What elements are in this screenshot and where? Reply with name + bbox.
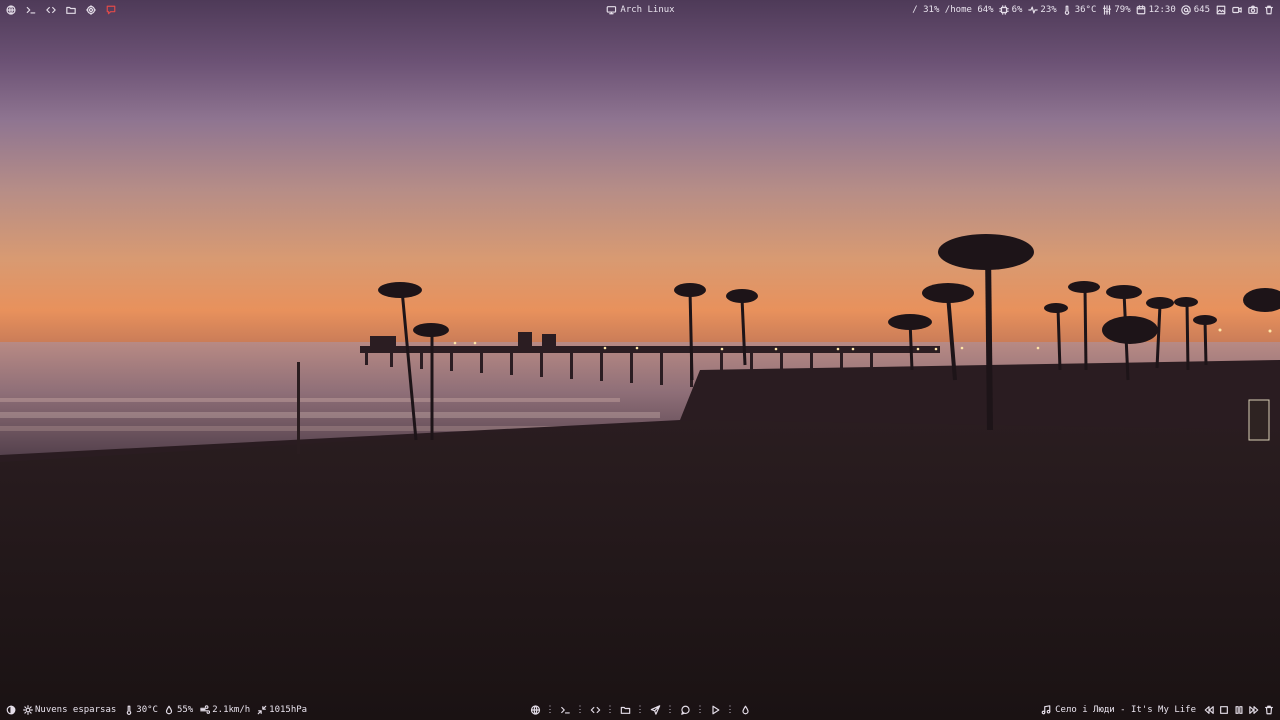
status-modules: / 31% /home 64% 6% 23% 36°C 79% 12:30 64… [905, 5, 1274, 16]
window-title: Arch Linux [605, 5, 675, 16]
code-icon[interactable] [590, 705, 601, 716]
play-icon[interactable] [710, 705, 721, 716]
thermometer-icon [123, 705, 134, 716]
weather-pressure: 1015hPa [256, 705, 307, 716]
temperature-module[interactable]: 36°C [1062, 5, 1097, 16]
now-playing-text: Село і Люди - It's My Life [1055, 705, 1196, 715]
weather-temperature: 30°C [123, 705, 158, 716]
separator: ⋮ [695, 705, 705, 715]
trash-icon [1263, 5, 1274, 16]
terminal-icon[interactable] [560, 705, 571, 716]
weather-wind-text: 2.1km/h [212, 705, 251, 715]
theme-toggle-icon[interactable] [5, 705, 16, 716]
weather-humidity-text: 55% [176, 705, 194, 715]
updates-module[interactable]: 645 [1181, 5, 1210, 16]
folder-icon[interactable] [620, 705, 631, 716]
globe-icon[interactable] [5, 5, 16, 16]
separator: ⋮ [665, 705, 675, 715]
chat-icon[interactable] [680, 705, 691, 716]
cpu-temperature: 36°C [1074, 5, 1097, 15]
weather-humidity: 55% [164, 705, 193, 716]
sun-icon [22, 705, 33, 716]
dock-launchers: ⋮ ⋮ ⋮ ⋮ ⋮ ⋮ ⋮ [530, 705, 751, 716]
wind-icon [199, 705, 210, 716]
cpu-usage: 6% [1011, 5, 1023, 15]
send-icon[interactable] [650, 705, 661, 716]
chat-icon[interactable] [105, 5, 116, 16]
bottom-bar: Nuvens esparsas 30°C 55% 2.1km/h 1015hPa [0, 700, 1280, 720]
weather-wind: 2.1km/h [199, 705, 250, 716]
drop-icon [164, 705, 175, 716]
pause-icon[interactable] [1233, 705, 1244, 716]
separator: ⋮ [725, 705, 735, 715]
window-title-text: Arch Linux [620, 5, 675, 15]
power-button[interactable] [1263, 5, 1274, 16]
cpu-icon [999, 5, 1010, 16]
volume-module[interactable]: 79% [1101, 5, 1131, 16]
sliders-icon [1101, 5, 1112, 16]
weather-condition: Nuvens esparsas [22, 705, 116, 716]
code-icon[interactable] [45, 5, 56, 16]
calendar-icon [1136, 5, 1147, 16]
volume-level: 79% [1114, 5, 1131, 15]
wallpaper-button[interactable] [1215, 5, 1226, 16]
record-button[interactable] [1231, 5, 1242, 16]
thermometer-icon [1062, 5, 1073, 16]
screenshot-button[interactable] [1247, 5, 1258, 16]
drop-icon[interactable] [740, 705, 751, 716]
weather-widget: Nuvens esparsas 30°C 55% 2.1km/h 1015hPa [5, 705, 307, 716]
separator: ⋮ [575, 705, 585, 715]
music-icon [1040, 705, 1051, 716]
separator: ⋮ [635, 705, 645, 715]
weather-temperature-text: 30°C [136, 705, 158, 715]
video-icon [1231, 5, 1242, 16]
at-icon [1181, 5, 1192, 16]
folder-icon[interactable] [65, 5, 76, 16]
stop-icon[interactable] [1218, 705, 1229, 716]
weather-condition-text: Nuvens esparsas [35, 705, 117, 715]
separator: ⋮ [605, 705, 615, 715]
memory-usage: 23% [1040, 5, 1057, 15]
top-bar: Arch Linux / 31% /home 64% 6% 23% 36°C 7… [0, 0, 1280, 20]
cpu-module[interactable]: 6% [999, 5, 1023, 16]
activity-icon [1027, 5, 1038, 16]
media-player: Село і Люди - It's My Life [1040, 705, 1274, 716]
terminal-icon[interactable] [25, 5, 36, 16]
memory-module[interactable]: 23% [1027, 5, 1057, 16]
monitor-icon [605, 5, 616, 16]
next-track-icon[interactable] [1248, 705, 1259, 716]
previous-track-icon[interactable] [1203, 705, 1214, 716]
desktop-wallpaper [0, 0, 1280, 720]
globe-icon[interactable] [530, 705, 541, 716]
trash-icon[interactable] [1263, 705, 1274, 716]
disk-module[interactable]: / 31% /home 64% [910, 5, 993, 15]
clock-module[interactable]: 12:30 [1136, 5, 1176, 16]
compress-icon [256, 705, 267, 716]
top-launchers [5, 5, 116, 16]
weather-pressure-text: 1015hPa [269, 705, 308, 715]
image-icon [1215, 5, 1226, 16]
clock-time: 12:30 [1148, 5, 1176, 15]
disk-usage: / 31% /home 64% [912, 5, 994, 15]
gear-icon[interactable] [85, 5, 96, 16]
updates-count: 645 [1193, 5, 1210, 15]
camera-icon [1247, 5, 1258, 16]
separator: ⋮ [545, 705, 555, 715]
